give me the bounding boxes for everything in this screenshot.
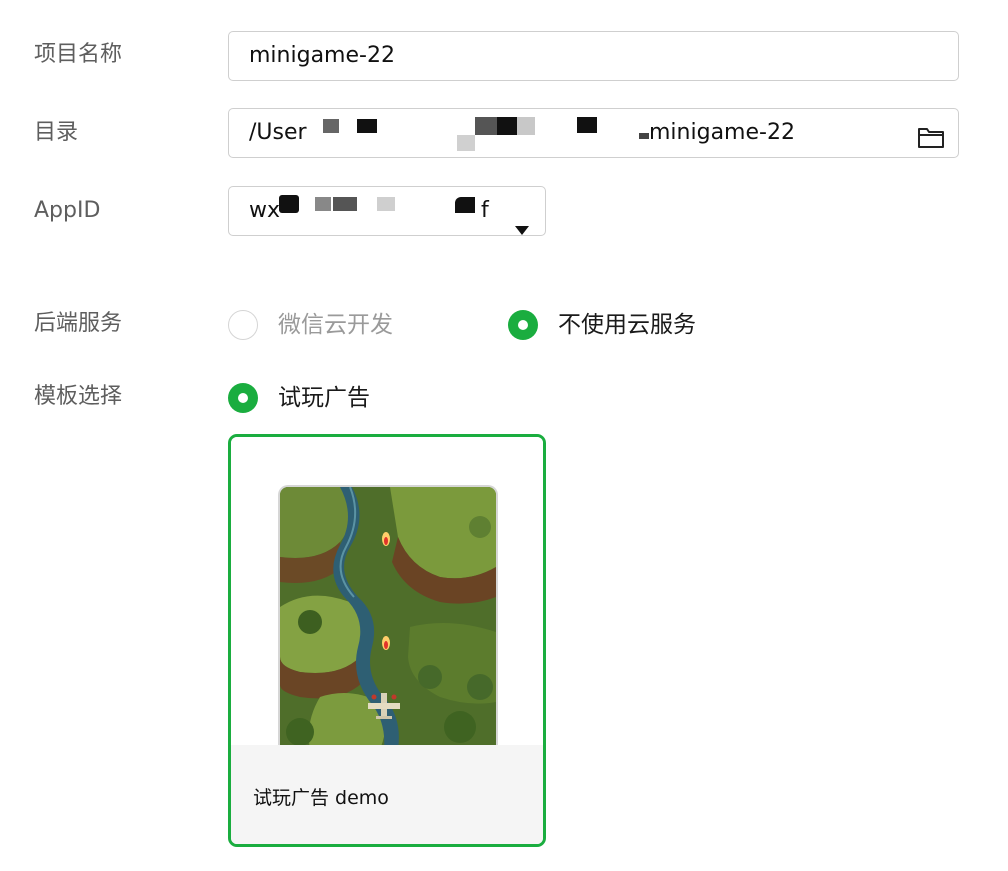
project-name-value: minigame-22 (249, 43, 395, 68)
redaction-block (333, 197, 357, 211)
backend-label: 后端服务 (34, 311, 123, 336)
template-card-title: 试玩广告 demo (253, 787, 389, 809)
radio-selected-icon[interactable] (508, 310, 538, 340)
redaction-block (475, 117, 497, 135)
project-name-input[interactable]: minigame-22 (228, 31, 959, 81)
backend-option-no-cloud[interactable]: 不使用云服务 (508, 310, 728, 340)
caret-down-icon[interactable] (515, 206, 529, 235)
appid-value-prefix: wx (249, 198, 281, 223)
directory-value-suffix: minigame-22 (649, 120, 795, 145)
template-label: 模板选择 (34, 384, 123, 409)
backend-option-cloud-dev[interactable]: 微信云开发 (228, 310, 428, 340)
redaction-block (323, 119, 339, 133)
redaction-block (577, 117, 597, 133)
folder-icon[interactable] (917, 120, 945, 148)
redaction-block (457, 135, 475, 151)
redaction-block (639, 133, 649, 139)
redaction-block (497, 117, 517, 135)
appid-select[interactable]: wx f (228, 186, 546, 236)
template-card[interactable]: 试玩广告 demo (228, 434, 546, 847)
redaction-block (357, 119, 377, 133)
directory-label: 目录 (34, 120, 79, 145)
radio-selected-icon[interactable] (228, 383, 258, 413)
project-name-label: 项目名称 (34, 42, 123, 67)
redaction-block (517, 117, 535, 135)
template-thumbnail-image (278, 485, 498, 747)
redaction-block (377, 197, 395, 211)
appid-value-suffix: f (481, 198, 489, 223)
redaction-block (315, 197, 331, 211)
template-thumbnail-area (231, 437, 543, 747)
backend-option-cloud-dev-label: 微信云开发 (278, 312, 393, 338)
template-card-footer: 试玩广告 demo (231, 745, 543, 844)
redaction-block (279, 195, 299, 213)
radio-unselected-icon[interactable] (228, 310, 258, 340)
appid-label: AppID (34, 198, 101, 223)
redaction-block (455, 197, 475, 213)
template-option-label: 试玩广告 (278, 385, 370, 411)
backend-option-no-cloud-label: 不使用云服务 (558, 312, 696, 338)
directory-input[interactable]: /User minigame-22 (228, 108, 959, 158)
directory-value-prefix: /User (249, 120, 307, 145)
template-option-playable-ad[interactable]: 试玩广告 (228, 383, 408, 413)
